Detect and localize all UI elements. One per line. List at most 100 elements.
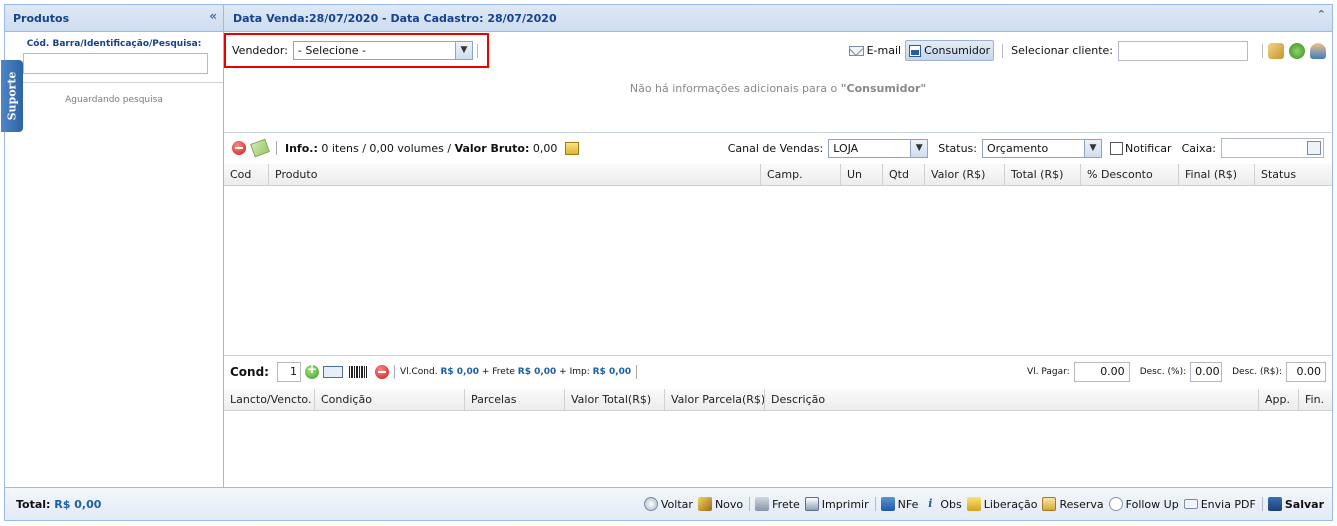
left-divider xyxy=(5,82,223,83)
column-header[interactable]: Valor Parcela(R$) xyxy=(664,389,765,411)
column-header[interactable]: Valor (R$) xyxy=(924,164,1004,186)
money-icon[interactable] xyxy=(250,138,270,158)
collapse-up-icon[interactable]: ⌃ xyxy=(1317,8,1326,21)
column-header[interactable]: Total (R$) xyxy=(1004,164,1080,186)
column-header[interactable]: Status xyxy=(1254,164,1332,186)
follow-up-button-label: Follow Up xyxy=(1125,497,1179,511)
lookup-icon[interactable] xyxy=(1307,141,1321,155)
support-tab[interactable]: Suporte xyxy=(1,60,23,132)
edit-client-icon[interactable] xyxy=(1268,42,1284,59)
column-header[interactable]: Produto xyxy=(268,164,760,186)
status-select[interactable]: Orçamento ▼ xyxy=(981,138,1102,158)
column-header[interactable]: App. xyxy=(1258,389,1298,411)
toolbar-divider xyxy=(1262,43,1263,58)
column-header[interactable]: Cod xyxy=(224,164,268,186)
column-header[interactable]: Camp. xyxy=(760,164,840,186)
freight-button[interactable]: Frete xyxy=(755,497,800,511)
calculator-icon[interactable] xyxy=(565,141,580,155)
add-condition-icon[interactable] xyxy=(304,362,319,379)
info-label: Info.: xyxy=(285,141,318,155)
items-right-tools: Canal de Vendas: LOJA ▼ Status: Orçament… xyxy=(728,138,1324,158)
imp-label: + Imp: xyxy=(559,367,590,377)
new-button[interactable]: Novo xyxy=(697,497,743,511)
sale-dates-title: Data Venda:28/07/2020 - Data Cadastro: 2… xyxy=(233,12,557,25)
info-message-name: "Consumidor" xyxy=(840,82,927,95)
section-divider xyxy=(224,355,1332,356)
caixa-label: Caixa: xyxy=(1181,141,1216,155)
refresh-icon[interactable] xyxy=(1289,42,1305,59)
support-tab-label: Suporte xyxy=(5,71,19,121)
conditions-grid-header: Lancto/Vencto. Condição Parcelas Valor T… xyxy=(224,389,1332,411)
collapse-left-icon[interactable]: « xyxy=(209,9,217,23)
release-button[interactable]: Liberação xyxy=(966,497,1038,511)
sale-panel: Data Venda:28/07/2020 - Data Cadastro: 2… xyxy=(224,5,1332,487)
column-header[interactable]: Parcelas xyxy=(464,389,564,411)
back-button-label: Voltar xyxy=(660,497,693,511)
email-button[interactable]: E-mail xyxy=(848,44,902,57)
client-search-input[interactable] xyxy=(1118,40,1248,61)
remove-item-icon[interactable] xyxy=(232,141,246,155)
send-pdf-button[interactable]: Envia PDF xyxy=(1183,498,1256,511)
print-button[interactable]: Imprimir xyxy=(804,497,869,511)
additional-info-message: Não há informações adicionais para o "Co… xyxy=(224,82,1332,95)
reserve-button[interactable]: Reserva xyxy=(1042,497,1104,511)
footer-divider xyxy=(1261,497,1263,511)
column-header[interactable]: Valor Total(R$) xyxy=(564,389,664,411)
bruto-label: Valor Bruto: xyxy=(454,141,530,155)
client-tools: E-mail Consumidor Selecionar cliente: xyxy=(848,40,1326,61)
credit-card-icon[interactable] xyxy=(322,366,343,378)
barcode-icon[interactable] xyxy=(348,366,367,378)
total-value: R$ 0,00 xyxy=(54,497,102,511)
obs-button[interactable]: i Obs xyxy=(923,497,961,511)
mail-icon xyxy=(848,45,864,56)
desc-pct-input[interactable]: 0.00 xyxy=(1190,362,1223,382)
chevron-down-icon[interactable]: ▼ xyxy=(910,139,928,157)
chevron-down-icon[interactable]: ▼ xyxy=(1083,139,1101,157)
imp-value: R$ 0,00 xyxy=(592,367,632,377)
follow-up-button[interactable]: Follow Up xyxy=(1108,497,1179,511)
obs-button-label: Obs xyxy=(940,497,962,511)
total-label: Total: xyxy=(16,497,51,511)
back-button[interactable]: Voltar xyxy=(643,497,693,511)
pagar-input[interactable]: 0.00 xyxy=(1073,362,1130,382)
nfe-button[interactable]: NFe xyxy=(880,497,918,511)
footer-bar: Total: R$ 0,00 Voltar Novo Frete Imprimi… xyxy=(5,487,1332,520)
release-button-label: Liberação xyxy=(983,497,1038,511)
cond-quantity-input[interactable]: 1 xyxy=(276,362,301,382)
seller-select[interactable]: - Selecione - ▼ xyxy=(292,41,473,60)
client-user-icon[interactable] xyxy=(1310,42,1326,59)
chevron-down-icon[interactable]: ▼ xyxy=(454,42,472,59)
email-button-label: E-mail xyxy=(866,44,902,57)
footer-divider xyxy=(749,497,751,511)
column-header[interactable]: % Desconto xyxy=(1080,164,1178,186)
total-summary: Total: R$ 0,00 xyxy=(5,498,101,511)
column-header[interactable]: Fin. xyxy=(1298,389,1332,411)
column-header[interactable]: Final (R$) xyxy=(1178,164,1254,186)
search-status-text: Aguardando pesquisa xyxy=(65,95,163,105)
bruto-value: 0,00 xyxy=(532,141,558,155)
pagar-label: Vl. Pagar: xyxy=(1026,367,1070,377)
seller-highlight-box: Vendedor: - Selecione - ▼ xyxy=(224,33,489,68)
product-search-input[interactable] xyxy=(23,53,208,74)
desc-rs-input[interactable]: 0.00 xyxy=(1286,362,1326,382)
column-header[interactable]: Lancto/Vencto. xyxy=(224,389,314,411)
column-header[interactable]: Condição xyxy=(314,389,464,411)
channel-label: Canal de Vendas: xyxy=(727,141,824,155)
notify-checkbox[interactable] xyxy=(1109,141,1123,155)
toolbar-divider xyxy=(276,141,277,155)
payment-fields: Vl. Pagar: 0.00 Desc. (%): 0.00 Desc. (R… xyxy=(1017,362,1326,382)
remove-condition-icon[interactable] xyxy=(374,365,389,379)
lock-icon xyxy=(966,497,981,511)
column-header[interactable]: Qtd xyxy=(882,164,924,186)
caixa-input[interactable] xyxy=(1221,138,1324,158)
sales-channel-select[interactable]: LOJA ▼ xyxy=(828,138,929,158)
cond-label: Cond: xyxy=(230,365,269,379)
column-header[interactable]: Descrição xyxy=(764,389,1250,411)
save-button[interactable]: Salvar xyxy=(1267,497,1324,511)
consumidor-button[interactable]: Consumidor xyxy=(905,40,995,61)
products-panel: Produtos « Cód. Barra/Identificação/Pesq… xyxy=(1,5,224,487)
sale-window: Produtos « Cód. Barra/Identificação/Pesq… xyxy=(1,4,1333,521)
floppy-disk-icon xyxy=(1267,497,1282,511)
cond-totals: Vl.Cond. R$ 0,00 + Frete R$ 0,00 + Imp: … xyxy=(400,367,631,377)
column-header[interactable]: Un xyxy=(840,164,882,186)
